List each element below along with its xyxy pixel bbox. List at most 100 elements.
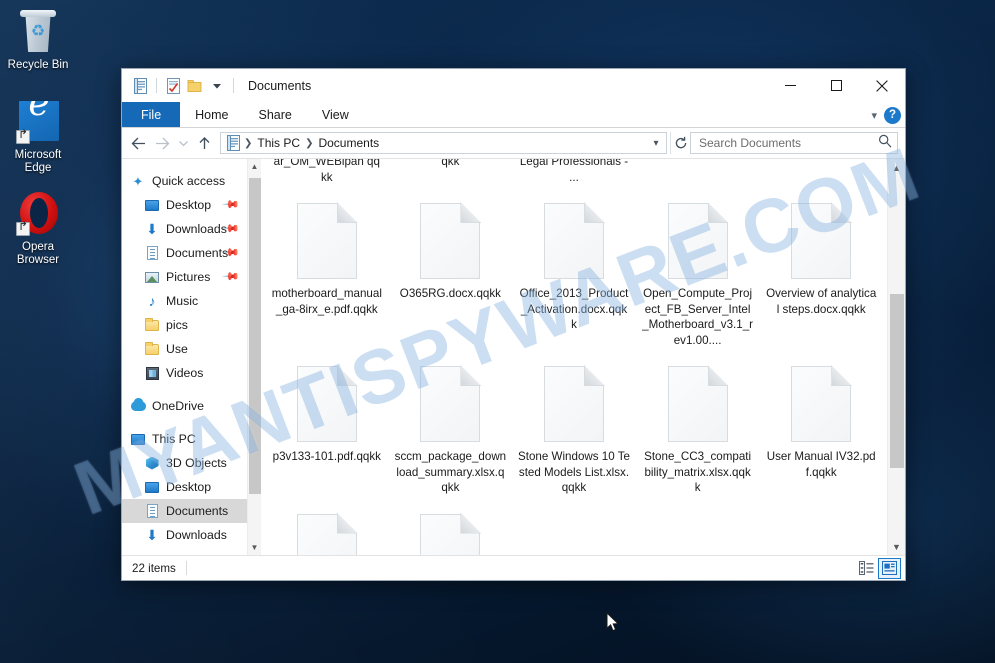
new-folder-icon[interactable] — [184, 75, 206, 97]
large-icons-view-button[interactable] — [878, 557, 901, 579]
sidebar-item-onedrive[interactable]: OneDrive — [122, 394, 247, 418]
refresh-button[interactable] — [670, 132, 690, 154]
sidebar-item-quick-access[interactable]: ✦ Quick access — [122, 169, 247, 193]
file-item[interactable] — [759, 159, 883, 195]
sidebar-item-label: Music — [166, 294, 199, 308]
encrypted-file-icon — [420, 202, 482, 279]
pin-icon[interactable]: 📌 — [222, 195, 241, 214]
breadcrumb-separator-icon: ❯ — [305, 137, 314, 149]
scrollbar-thumb[interactable] — [248, 178, 261, 494]
opera-browser-icon — [14, 190, 62, 238]
file-item[interactable]: Overview of analytical steps.docx.qqkk — [759, 195, 883, 358]
sidebar-item-pictures[interactable]: Pictures 📌 — [122, 265, 247, 289]
sidebar-item-pics[interactable]: pics — [122, 313, 247, 337]
pin-icon[interactable]: 📌 — [222, 267, 241, 286]
file-item[interactable]: qkk — [389, 159, 513, 195]
breadcrumb-item-documents[interactable]: Documents — [314, 136, 383, 150]
file-item[interactable]: motherboard_manual_ga-8irx_e.pdf.qqkk — [265, 195, 389, 358]
sidebar-item-3d-objects[interactable]: 3D Objects — [122, 451, 247, 475]
back-button[interactable] — [126, 131, 150, 155]
address-dropdown-chevron-icon[interactable]: ▾ — [648, 138, 664, 149]
download-icon: ⬇ — [146, 527, 158, 543]
search-box[interactable] — [690, 132, 898, 154]
scrollbar-track[interactable] — [888, 176, 906, 538]
desktop-icon-opera-browser[interactable]: Opera Browser — [0, 190, 76, 267]
collapse-ribbon-chevron-icon[interactable]: ▾ — [871, 109, 877, 122]
sidebar-item-this-pc[interactable]: This PC — [122, 427, 247, 451]
ribbon-tabs: File Home Share View ▾ ? — [122, 102, 905, 128]
search-icon[interactable] — [878, 134, 892, 153]
sidebar-item-downloads[interactable]: ⬇ Downloads — [122, 523, 247, 547]
navigation-scrollbar[interactable]: ▲ ▼ — [247, 159, 261, 555]
tab-home[interactable]: Home — [180, 102, 243, 127]
file-item[interactable]: Stone Windows 10 Tested Models List.xlsx… — [512, 358, 636, 506]
encrypted-file-icon — [296, 202, 358, 279]
breadcrumb-item-this-pc[interactable]: This PC — [253, 136, 304, 150]
file-name-label: Stone Windows 10 Tested Models List.xlsx… — [518, 450, 630, 494]
file-list-pane[interactable]: ar_OM_WEBipah qqkk qkk Legal Professionals… — [261, 159, 905, 555]
scroll-up-arrow-icon[interactable]: ▲ — [888, 159, 906, 176]
help-button[interactable]: ? — [884, 106, 901, 124]
tab-file[interactable]: File — [122, 102, 181, 127]
maximize-button[interactable] — [813, 69, 859, 102]
tab-view[interactable]: View — [307, 102, 364, 127]
file-name-label: qkk — [441, 159, 460, 168]
documents-icon[interactable] — [129, 75, 151, 97]
sidebar-item-use[interactable]: Use — [122, 337, 247, 361]
file-item[interactable]: ar_OM_WEBipah qqkk — [265, 159, 389, 195]
scrollbar-track[interactable] — [248, 174, 262, 540]
close-button[interactable] — [859, 69, 905, 102]
file-name-label: Open_Compute_Project_FB_Server_Intel_Mot… — [642, 287, 754, 347]
file-item[interactable]: sccm_package_download_summary.xlsx.qqkk — [389, 358, 513, 506]
sidebar-item-downloads[interactable]: ⬇ Downloads 📌 — [122, 217, 247, 241]
status-bar: 22 items — [122, 555, 905, 580]
file-grid: ar_OM_WEBipah qqkk qkk Legal Professionals… — [261, 159, 887, 555]
toolbar-divider — [156, 78, 157, 93]
scroll-up-arrow-icon[interactable]: ▲ — [248, 159, 262, 174]
customize-chevron-icon[interactable] — [206, 75, 228, 97]
file-item[interactable]: Stone_CC3_compatibility_matrix.xlsx.qqkk — [636, 358, 760, 506]
sidebar-item-label: Videos — [166, 366, 204, 380]
status-divider — [185, 561, 187, 575]
file-item[interactable]: p3v133-101.pdf.qqkk — [265, 358, 389, 506]
scroll-down-arrow-icon[interactable]: ▼ — [888, 538, 906, 555]
file-item[interactable]: O365RG.docx.qqkk — [389, 195, 513, 358]
sidebar-item-videos[interactable]: Videos — [122, 361, 247, 385]
forward-button[interactable] — [150, 131, 174, 155]
title-bar[interactable]: Documents — [122, 69, 905, 102]
tab-share[interactable]: Share — [244, 102, 307, 127]
file-item[interactable]: User Manual IV32.pdf.qqkk — [759, 358, 883, 506]
sidebar-item-documents[interactable]: Documents 📌 — [122, 241, 247, 265]
breadcrumb-documents-icon[interactable] — [225, 135, 243, 151]
properties-icon[interactable] — [162, 75, 184, 97]
up-button[interactable] — [192, 131, 216, 155]
file-item[interactable] — [265, 506, 389, 555]
file-item[interactable] — [389, 506, 513, 555]
search-input[interactable] — [699, 136, 878, 150]
document-icon — [144, 245, 160, 261]
scrollbar-thumb[interactable] — [889, 294, 904, 468]
file-name-label: User Manual IV32.pdf.qqkk — [766, 450, 876, 479]
minimize-button[interactable] — [767, 69, 813, 102]
desktop-icon-microsoft-edge[interactable]: e Microsoft Edge — [0, 98, 76, 175]
sidebar-item-documents[interactable]: Documents — [122, 499, 247, 523]
file-item[interactable]: Open_Compute_Project_FB_Server_Intel_Mot… — [636, 195, 760, 358]
sidebar-item-desktop[interactable]: Desktop 📌 — [122, 193, 247, 217]
sidebar-item-label: Desktop — [166, 480, 212, 494]
recycle-bin-icon: ♻ — [14, 8, 62, 56]
file-item[interactable]: Legal Professionals - ... — [512, 159, 636, 195]
desktop-icon-recycle-bin[interactable]: ♻ Recycle Bin — [0, 8, 76, 72]
sidebar-item-music[interactable]: ♪ Music — [122, 289, 247, 313]
file-item[interactable] — [636, 159, 760, 195]
details-view-button[interactable] — [855, 558, 878, 579]
file-name-label: O365RG.docx.qqkk — [399, 287, 501, 300]
scroll-down-arrow-icon[interactable]: ▼ — [248, 540, 262, 555]
file-list-scrollbar[interactable]: ▲ ▼ — [887, 159, 905, 555]
shortcut-badge-icon — [16, 130, 30, 144]
file-item[interactable]: Office_2013_Product_Activation.docx.qqkk — [512, 195, 636, 358]
breadcrumb[interactable]: ❯ This PC ❯ Documents ▾ — [220, 132, 667, 154]
sidebar-item-label: Use — [166, 342, 188, 356]
sidebar-item-desktop[interactable]: Desktop — [122, 475, 247, 499]
file-name-label: Overview of analytical steps.docx.qqkk — [766, 287, 877, 316]
recent-locations-chevron-icon[interactable] — [174, 131, 192, 155]
